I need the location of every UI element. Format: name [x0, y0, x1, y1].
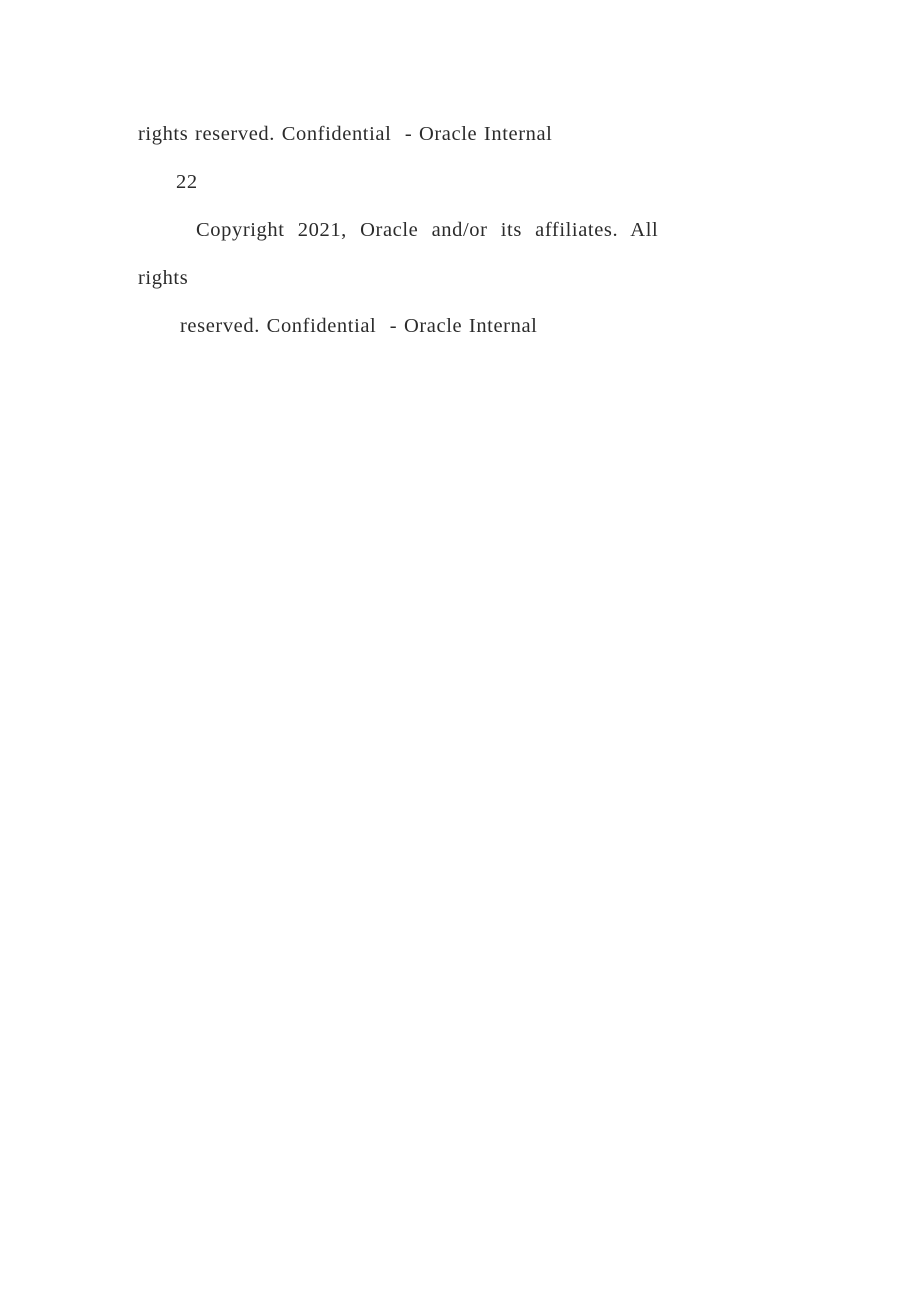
blank-page-area — [0, 360, 920, 1302]
page-number: 22 — [176, 171, 198, 193]
document-line-copyright-first: Copyright 2021, Oracle and/or its affili… — [196, 219, 659, 241]
document-page: rights reserved. Confidential - Oracle I… — [0, 0, 920, 1302]
document-line-footer-continuation: rights reserved. Confidential - Oracle I… — [138, 123, 553, 145]
document-line-copyright-continuation: rights — [138, 267, 189, 289]
document-line-classification: reserved. Confidential - Oracle Internal — [180, 315, 538, 337]
